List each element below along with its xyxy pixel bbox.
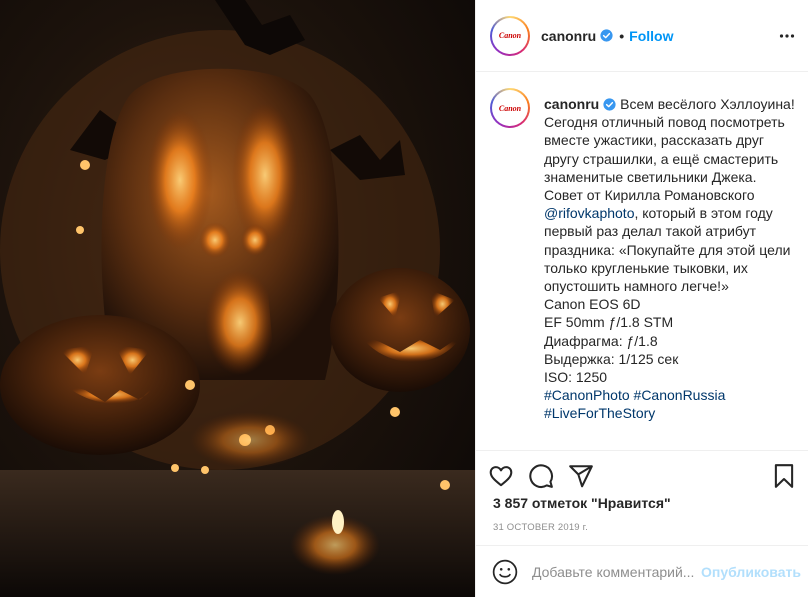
comment-bar: Опубликовать <box>476 545 808 597</box>
caption-intro: Всем весёлого Хэллоуина! Сегодня отличны… <box>544 96 799 204</box>
post-side-panel: Canon canonru • Follow Canon canonru Все… <box>475 0 808 597</box>
caption-lens: EF 50mm ƒ/1.8 STM <box>544 314 674 331</box>
comment-input[interactable] <box>532 563 697 580</box>
verified-badge-icon <box>600 29 613 42</box>
header-separator: • <box>619 27 625 44</box>
post-photo[interactable] <box>0 0 475 597</box>
hashtag-link[interactable]: #CanonRussia <box>634 387 726 403</box>
canon-logo: Canon <box>494 92 526 124</box>
caption-author-avatar[interactable]: Canon <box>490 88 530 128</box>
hashtag-link[interactable]: #LiveForTheStory <box>544 405 655 421</box>
heart-icon[interactable] <box>488 463 514 489</box>
action-bar <box>476 450 808 498</box>
follow-button[interactable]: Follow <box>629 28 673 44</box>
emoji-icon[interactable] <box>492 559 518 585</box>
author-avatar[interactable]: Canon <box>490 15 530 56</box>
canon-logo: Canon <box>494 19 526 52</box>
caption-aperture: Диафрагма: ƒ/1.8 <box>544 332 658 349</box>
more-options-icon[interactable] <box>779 28 795 44</box>
verified-badge-icon <box>603 98 616 111</box>
likes-count[interactable]: 3 857 отметок "Нравится" <box>493 495 671 511</box>
caption-area: Canon canonru Всем весёлого Хэллоуина! С… <box>476 73 808 450</box>
caption-camera: Canon EOS 6D <box>544 296 641 313</box>
publish-button[interactable]: Опубликовать <box>701 564 801 580</box>
halloween-pumpkins-image <box>0 0 475 597</box>
caption-text: canonru Всем весёлого Хэллоуина! Сегодня… <box>544 95 799 423</box>
bookmark-icon[interactable] <box>771 463 797 489</box>
instagram-post: Canon canonru • Follow Canon canonru Все… <box>0 0 808 597</box>
hashtag-link[interactable]: #CanonPhoto <box>544 387 630 403</box>
caption-username[interactable]: canonru <box>544 96 599 112</box>
caption-mention-link[interactable]: @rifovkaphoto <box>544 205 634 221</box>
comment-icon[interactable] <box>528 463 554 489</box>
post-header: Canon canonru • Follow <box>476 0 808 72</box>
caption-exposure: Выдержка: 1/125 сек <box>544 350 679 367</box>
post-date[interactable]: 31 OCTOBER 2019 г. <box>493 522 588 533</box>
author-username[interactable]: canonru <box>541 28 596 44</box>
share-icon[interactable] <box>568 463 594 489</box>
caption-iso: ISO: 1250 <box>544 369 608 386</box>
